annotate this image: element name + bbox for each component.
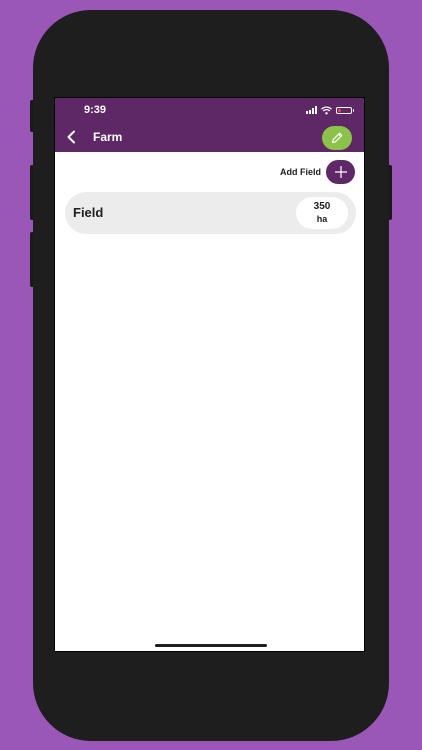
field-list-item[interactable]: Field 350 ha xyxy=(65,192,356,234)
wifi-icon xyxy=(321,105,332,114)
cellular-signal-icon xyxy=(306,106,317,114)
page-title: Farm xyxy=(93,130,123,144)
app-header: 9:39 Farm xyxy=(55,98,364,152)
add-field-row: Add Field xyxy=(280,160,355,184)
field-area-unit: ha xyxy=(316,214,328,224)
status-icons xyxy=(306,104,354,116)
add-field-button[interactable] xyxy=(326,160,355,184)
battery-icon xyxy=(336,106,354,114)
field-area-value: 350 xyxy=(313,201,331,212)
add-field-label[interactable]: Add Field xyxy=(280,167,321,177)
pencil-icon xyxy=(331,132,343,144)
field-name: Field xyxy=(73,205,104,220)
home-indicator xyxy=(155,644,267,647)
status-time: 9:39 xyxy=(84,104,107,116)
back-button[interactable] xyxy=(63,129,79,145)
plus-icon xyxy=(334,166,347,178)
phone-screen: 9:39 Farm Add Field Field 350 ha xyxy=(54,97,365,652)
chevron-left-icon xyxy=(67,130,75,144)
field-area-badge: 350 ha xyxy=(296,197,348,229)
edit-button[interactable] xyxy=(322,126,352,150)
app-store-screenshot: 9:39 Farm Add Field Field 350 ha xyxy=(0,0,422,750)
